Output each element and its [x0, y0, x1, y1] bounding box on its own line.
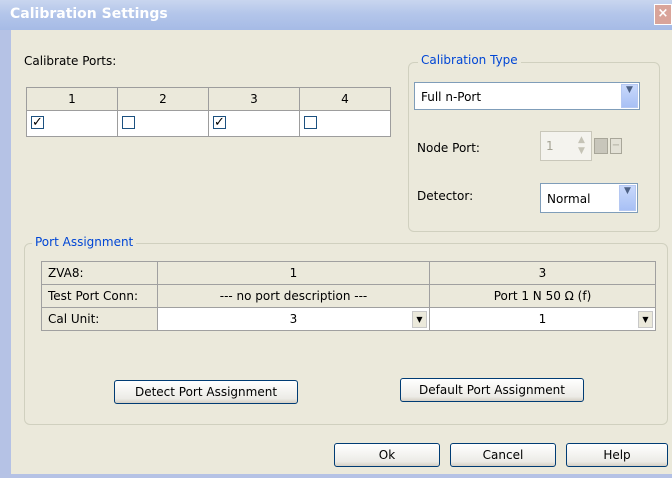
title-bar[interactable]: Calibration Settings ×: [0, 0, 672, 30]
window-frame-left: [0, 30, 11, 478]
row-header-cal-unit: Cal Unit:: [41, 307, 158, 331]
default-port-assignment-button[interactable]: Default Port Assignment: [400, 378, 584, 402]
detect-port-assignment-button[interactable]: Detect Port Assignment: [114, 380, 298, 404]
port-cell-2: [117, 110, 209, 137]
port-header-4: 4: [299, 87, 391, 111]
test-port-col2: Port 1 N 50 Ω (f): [429, 284, 656, 308]
node-port-apply-icon[interactable]: [594, 138, 608, 154]
cal-unit-select-2[interactable]: 1 ▼: [429, 307, 656, 331]
port-assignment-table: ZVA8: 1 3 Test Port Conn: --- no port de…: [41, 261, 656, 331]
port-1-checkbox[interactable]: ✓: [31, 116, 44, 129]
port-cell-1: ✓: [26, 110, 118, 137]
calibrate-ports-label: Calibrate Ports:: [24, 54, 117, 68]
detector-label: Detector:: [417, 189, 474, 203]
chevron-down-icon[interactable]: ▼: [619, 185, 636, 211]
spinner-icon[interactable]: ▲ ▼: [578, 135, 585, 157]
cal-unit-select-1[interactable]: 3 ▼: [157, 307, 430, 331]
row-header-zva8: ZVA8:: [41, 261, 158, 285]
calibration-type-select[interactable]: Full n-Port ▼: [414, 82, 640, 110]
minus-icon[interactable]: −: [610, 138, 622, 154]
chevron-down-icon[interactable]: ▼: [621, 84, 638, 108]
calibration-settings-dialog: Calibration Settings × Calibrate Ports: …: [0, 0, 672, 478]
calibration-type-title: Calibration Type: [418, 53, 521, 67]
port-assignment-title: Port Assignment: [32, 235, 137, 249]
window-frame-bottom: [0, 474, 672, 478]
table-row: Test Port Conn: --- no port description …: [41, 284, 656, 308]
node-port-field[interactable]: 1 ▲ ▼: [540, 131, 592, 161]
table-row: Cal Unit: 3 ▼ 1 ▼: [41, 307, 656, 331]
node-port-value: 1: [546, 139, 554, 153]
port-3-checkbox[interactable]: ✓: [213, 116, 226, 129]
node-port-label: Node Port:: [417, 141, 480, 155]
close-icon[interactable]: ×: [654, 4, 672, 25]
port-4-checkbox[interactable]: [304, 116, 317, 129]
cal-unit-value-2: 1: [538, 312, 547, 326]
chevron-down-icon[interactable]: ▼: [638, 311, 653, 328]
port-cell-4: [299, 110, 391, 137]
window-title: Calibration Settings: [10, 6, 168, 22]
detector-select[interactable]: Normal ▼: [540, 183, 638, 213]
chevron-down-icon[interactable]: ▼: [412, 311, 427, 328]
port-cell-3: ✓: [208, 110, 300, 137]
help-button[interactable]: Help: [566, 443, 668, 467]
cancel-button[interactable]: Cancel: [450, 443, 556, 467]
cal-unit-value-1: 3: [289, 312, 298, 326]
row-header-test-port: Test Port Conn:: [41, 284, 158, 308]
zva8-col2: 3: [429, 261, 656, 285]
zva8-col1: 1: [157, 261, 430, 285]
ok-button[interactable]: Ok: [334, 443, 440, 467]
calibration-type-value: Full n-Port: [421, 90, 482, 104]
table-row: ZVA8: 1 3: [41, 261, 656, 285]
port-header-1: 1: [26, 87, 118, 111]
detector-value: Normal: [547, 192, 591, 206]
port-2-checkbox[interactable]: [122, 116, 135, 129]
port-header-2: 2: [117, 87, 209, 111]
test-port-col1: --- no port description ---: [157, 284, 430, 308]
calibrate-ports-grid: 1 2 3 4 ✓ ✓: [26, 87, 391, 137]
port-header-3: 3: [208, 87, 300, 111]
